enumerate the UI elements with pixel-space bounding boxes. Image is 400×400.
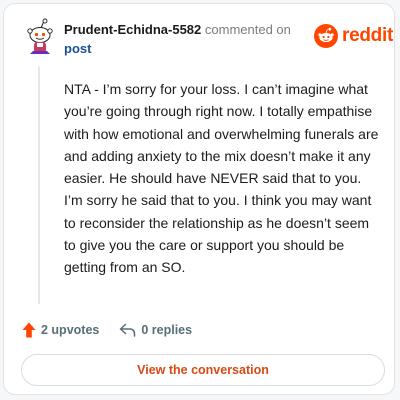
- upvote-count: 2 upvotes: [41, 323, 100, 337]
- comment-footer: 2 upvotes 0 replies: [22, 322, 192, 338]
- view-conversation-button[interactable]: View the conversation: [21, 354, 385, 386]
- reply-count: 0 replies: [141, 323, 193, 337]
- reply-group[interactable]: 0 replies: [119, 323, 192, 337]
- upvote-arrow-icon[interactable]: [22, 322, 36, 338]
- reddit-snoo-icon: [314, 24, 338, 48]
- upvote-group[interactable]: 2 upvotes: [22, 322, 99, 338]
- reddit-logo[interactable]: reddit: [314, 24, 393, 48]
- post-link[interactable]: post: [64, 40, 304, 57]
- comment-card: Prudent-Echidna-5582 commented on post r…: [3, 3, 395, 395]
- thread-line: [38, 66, 40, 304]
- username-link[interactable]: Prudent-Echidna-5582: [64, 22, 201, 37]
- reply-arrow-icon[interactable]: [119, 323, 136, 337]
- comment-body: NTA - I’m sorry for your loss. I can’t i…: [64, 81, 379, 276]
- action-text: commented on: [204, 22, 291, 37]
- comment-header: Prudent-Echidna-5582 commented on post: [64, 21, 304, 57]
- avatar-icon[interactable]: [25, 18, 55, 56]
- reddit-wordmark: reddit: [342, 25, 393, 46]
